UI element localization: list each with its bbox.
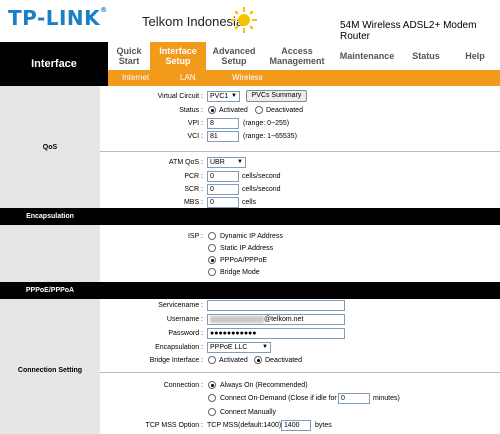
subnav-wireless[interactable]: Wireless <box>232 70 263 86</box>
nav-interface-setup[interactable]: Interface Setup <box>150 42 206 70</box>
connection-manual-label: Connect Manually <box>220 409 277 416</box>
encapsulation-label: Encapsulation : <box>155 344 203 351</box>
nav-maintenance[interactable]: Maintenance <box>332 42 402 70</box>
chevron-down-icon: ▼ <box>237 159 243 165</box>
atm-qos-label: ATM QoS : <box>168 159 203 166</box>
connection-always-on-radio[interactable] <box>208 381 216 389</box>
scr-input[interactable]: 0 <box>207 184 239 195</box>
section-encapsulation-label: Encapsulation <box>26 213 74 220</box>
pcr-label: PCR : <box>184 173 203 180</box>
status-label: Status : <box>179 107 203 114</box>
connection-always-on-label: Always On (Recommended) <box>220 382 308 389</box>
isp-dynamic-radio[interactable] <box>208 232 216 240</box>
page-title: Interface <box>0 42 108 86</box>
password-input[interactable]: ●●●●●●●●●●● <box>207 328 345 339</box>
header: TP-LINK® Telkom Indonesia 54M Wireless A… <box>0 0 500 42</box>
connection-on-demand-radio[interactable] <box>208 394 216 402</box>
telkom-logo: Telkom Indonesia <box>142 14 244 29</box>
servicename-label: Servicename : <box>158 302 203 309</box>
section-pppoe-label: PPPoE/PPPoA <box>25 287 75 294</box>
atm-qos-select[interactable]: UBR ▼ <box>207 157 246 168</box>
tcp-mss-text: TCP MSS(default:1400) <box>207 422 282 429</box>
sidebar <box>0 86 100 434</box>
nav-status[interactable]: Status <box>402 42 450 70</box>
isp-static-radio[interactable] <box>208 244 216 252</box>
vci-input[interactable]: 81 <box>207 131 239 142</box>
nav-access-management[interactable]: Access Management <box>262 42 332 70</box>
sun-icon <box>231 7 257 33</box>
vci-label: VCI : <box>187 133 203 140</box>
mbs-input[interactable]: 0 <box>207 197 239 208</box>
isp-pppoe-label: PPPoA/PPPoE <box>220 257 268 264</box>
vpi-input[interactable]: 8 <box>207 118 239 129</box>
tplink-logo: TP-LINK® <box>8 6 108 30</box>
isp-dynamic-label: Dynamic IP Address <box>220 233 283 240</box>
connection-on-demand-label: Connect On-Demand (Close if idle for <box>220 395 337 402</box>
vpi-hint: (range: 0~255) <box>243 120 290 127</box>
bridge-interface-label: Bridge Interface : <box>149 357 203 364</box>
subnav <box>108 70 500 86</box>
model-name: 54M Wireless ADSL2+ Modem Router <box>340 20 477 42</box>
isp-bridge-radio[interactable] <box>208 268 216 276</box>
bridge-activated-label: Activated <box>219 357 248 364</box>
status-deactivated-label: Deactivated <box>266 107 303 114</box>
status-activated-radio[interactable] <box>208 106 216 114</box>
virtual-circuit-label: Virtual Circuit : <box>157 93 203 100</box>
connection-label: Connection : <box>163 382 203 389</box>
tcp-mss-label: TCP MSS Option : <box>145 422 203 429</box>
mbs-label: MBS : <box>183 199 203 206</box>
divider <box>100 151 500 152</box>
virtual-circuit-select[interactable]: PVC1 ▼ <box>207 91 240 102</box>
connection-manual-radio[interactable] <box>208 408 216 416</box>
username-label: Username : <box>166 316 203 323</box>
username-input[interactable]: @telkom.net <box>207 314 345 325</box>
nav-quick-start[interactable]: Quick Start <box>108 42 150 70</box>
vci-hint: (range: 1~65535) <box>243 133 297 140</box>
pcr-unit: cells/second <box>242 173 281 180</box>
section-connection-label: Connection Setting <box>17 367 83 374</box>
pvcs-summary-button[interactable]: PVCs Summary <box>246 90 307 102</box>
isp-bridge-label: Bridge Mode <box>220 269 260 276</box>
section-qos-label: QoS <box>42 144 58 151</box>
isp-label: ISP : <box>187 233 203 240</box>
password-label: Password : <box>168 330 203 337</box>
isp-static-label: Static IP Address <box>220 245 274 252</box>
nav-advanced-setup[interactable]: Advanced Setup <box>206 42 262 70</box>
isp-pppoe-radio[interactable] <box>208 256 216 264</box>
vpi-label: VPI : <box>187 120 203 127</box>
idle-minutes-input[interactable]: 0 <box>338 393 370 404</box>
nav-help[interactable]: Help <box>450 42 500 70</box>
bridge-deactivated-radio[interactable] <box>254 356 262 364</box>
mbs-unit: cells <box>242 199 257 206</box>
scr-unit: cells/second <box>242 186 281 193</box>
chevron-down-icon: ▼ <box>231 93 237 99</box>
idle-minutes-unit: minutes) <box>373 395 400 402</box>
tcp-mss-input[interactable]: 1400 <box>281 420 311 431</box>
subnav-internet[interactable]: Internet <box>122 70 149 86</box>
scr-label: SCR : <box>184 186 203 193</box>
subnav-lan[interactable]: LAN <box>180 70 196 86</box>
status-activated-label: Activated <box>219 107 248 114</box>
pcr-input[interactable]: 0 <box>207 171 239 182</box>
divider <box>100 372 500 373</box>
status-deactivated-radio[interactable] <box>255 106 263 114</box>
redacted-username <box>210 315 264 323</box>
chevron-down-icon: ▼ <box>262 344 268 350</box>
bridge-activated-radio[interactable] <box>208 356 216 364</box>
encapsulation-select[interactable]: PPPoE LLC ▼ <box>207 342 271 353</box>
servicename-input[interactable] <box>207 300 345 311</box>
bridge-deactivated-label: Deactivated <box>265 357 302 364</box>
tcp-mss-unit: bytes <box>315 422 332 429</box>
